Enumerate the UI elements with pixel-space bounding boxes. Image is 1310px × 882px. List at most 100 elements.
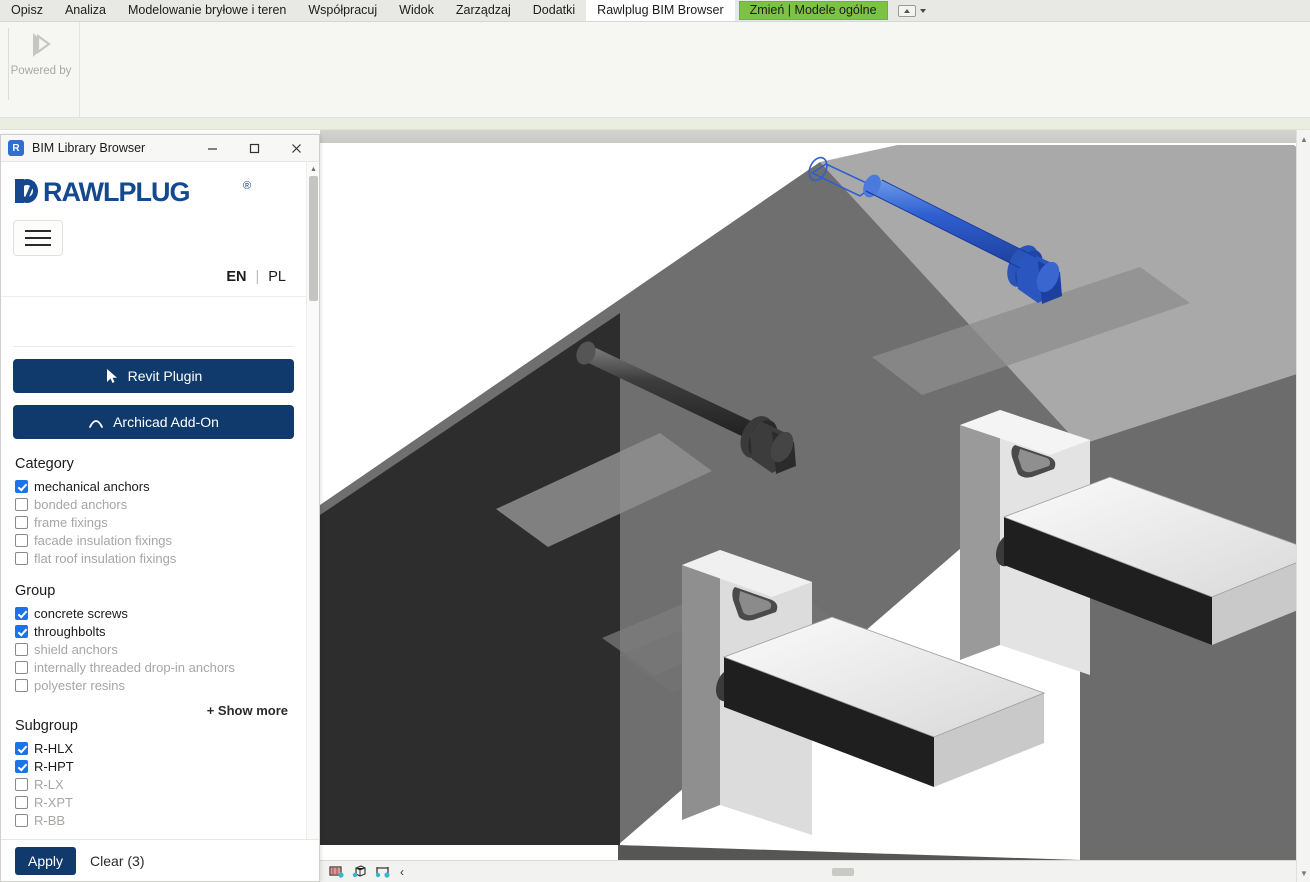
ribbon-display-box-icon [897,4,916,17]
application-window: Opisz Analiza Modelowanie bryłowe i tere… [0,0,1310,882]
3d-model-canvas[interactable] [320,145,1310,860]
filter-item[interactable]: internally threaded drop-in anchors [15,660,294,675]
ribbon-tab-analiza[interactable]: Analiza [54,0,117,21]
filter-item[interactable]: bonded anchors [15,497,294,512]
bim-window-body: ▲ RAWLPLUG ® EN | PL Revit Plugin Archic… [1,162,319,881]
rawlplug-logo: RAWLPLUG ® [13,176,294,208]
ribbon-contextual-tab-modify[interactable]: Zmień | Modele ogólne [738,1,888,20]
revit-plugin-label: Revit Plugin [127,368,203,384]
checkbox-icon[interactable] [15,516,28,529]
viewport-bottom-bar[interactable]: ‹ › [320,860,1310,882]
filter-item[interactable]: mechanical anchors [15,479,294,494]
filter-label: polyester resins [34,678,126,693]
brand-header: RAWLPLUG ® EN | PL [1,162,306,297]
view-control-bar[interactable]: ‹ [320,864,404,879]
archicad-addon-label: Archicad Add-On [113,414,219,430]
archicad-arc-icon [88,415,104,429]
close-icon[interactable] [275,135,317,162]
filter-item[interactable]: facade insulation fixings [15,533,294,548]
ribbon-tab-zarzadzaj[interactable]: Zarządzaj [445,0,522,21]
language-en[interactable]: EN [226,269,246,285]
filter-item[interactable]: R-LX [15,777,294,792]
filter-item[interactable]: R-XPT [15,795,294,810]
filter-label: facade insulation fixings [34,533,173,548]
ribbon-display-options[interactable] [888,0,936,21]
scroll-up-icon[interactable]: ▲ [1297,132,1310,146]
checkbox-icon[interactable] [15,625,28,638]
powered-by-button[interactable]: Powered by [11,30,71,88]
checkbox-icon[interactable] [15,760,28,773]
filter-section-category: Category mechanical anchors bonded ancho… [1,439,306,831]
filter-item[interactable]: R-HLX [15,741,294,756]
minimize-icon[interactable] [191,135,233,162]
archicad-addon-button[interactable]: Archicad Add-On [13,405,294,439]
window-vertical-scrollbar[interactable]: ▲ ▼ [1296,130,1310,882]
horizontal-scrollbar-thumb[interactable] [832,868,854,876]
filter-item[interactable]: frame fixings [15,515,294,530]
filter-label: R-BB [34,813,66,828]
checkbox-icon[interactable] [15,661,28,674]
bim-library-browser-window[interactable]: R BIM Library Browser ▲ RAWLPLUG ® EN | … [0,134,320,882]
hamburger-line [25,237,51,239]
clear-button[interactable]: Clear (3) [90,853,144,869]
ribbon-tab-rawlplug-bim-browser[interactable]: Rawlplug BIM Browser [586,0,735,21]
filter-label: shield anchors [34,642,118,657]
checkbox-icon[interactable] [15,607,28,620]
checkbox-icon[interactable] [15,814,28,827]
filter-item[interactable]: shield anchors [15,642,294,657]
checkbox-icon[interactable] [15,778,28,791]
ribbon-tab-wspolpracuj[interactable]: Współpracuj [297,0,388,21]
apply-button[interactable]: Apply [15,846,77,875]
filter-label: R-LX [34,777,64,792]
ribbon-panel-rawlplug: Powered by [0,22,80,118]
scroll-down-icon[interactable]: ▼ [1297,866,1310,880]
powered-by-label: Powered by [10,65,72,77]
maximize-icon[interactable] [233,135,275,162]
filter-item[interactable]: polyester resins [15,678,294,693]
scrollbar-thumb[interactable] [309,176,318,301]
ribbon-tab-bar: Opisz Analiza Modelowanie bryłowe i tere… [0,0,1310,22]
ribbon-tab-widok[interactable]: Widok [388,0,445,21]
checkbox-icon[interactable] [15,643,28,656]
filter-item[interactable]: R-HPT [15,759,294,774]
ribbon-tab-opisz[interactable]: Opisz [0,0,54,21]
filter-item[interactable]: throughbolts [15,624,294,639]
section-box-icon[interactable] [375,864,391,879]
3d-view-icon[interactable] [352,864,368,879]
chevron-down-icon [919,8,926,13]
bim-filter-footer: Apply Clear (3) [1,839,319,881]
plugin-buttons: Revit Plugin Archicad Add-On [1,347,306,439]
visual-style-icon[interactable] [329,864,345,879]
checkbox-icon[interactable] [15,796,28,809]
hamburger-line [25,230,51,232]
checkbox-icon[interactable] [15,679,28,692]
checkbox-icon[interactable] [15,552,28,565]
filter-item[interactable]: flat roof insulation fixings [15,551,294,566]
filter-label: R-HPT [34,759,74,774]
3d-viewport[interactable]: GÓRA PRZÓD PRAWO [320,130,1310,882]
checkbox-icon[interactable] [15,742,28,755]
filter-heading: Subgroup [15,718,78,734]
scroll-up-icon[interactable]: ▲ [307,163,319,175]
menu-button[interactable] [13,220,63,256]
filter-label: mechanical anchors [34,479,150,494]
chevron-left-icon[interactable]: ‹ [398,866,404,878]
revit-plugin-button[interactable]: Revit Plugin [13,359,294,393]
filter-item[interactable]: R-BB [15,813,294,828]
checkbox-icon[interactable] [15,480,28,493]
ribbon-tab-dodatki[interactable]: Dodatki [522,0,586,21]
svg-text:RAWLPLUG: RAWLPLUG [43,177,190,206]
bim-panel-content: RAWLPLUG ® EN | PL Revit Plugin Archicad… [1,162,306,881]
checkbox-icon[interactable] [15,534,28,547]
bim-panel-scrollbar[interactable]: ▲ [306,162,319,881]
ribbon-panel-strip: Powered by [0,22,1310,118]
show-more-link[interactable]: + Show more [15,696,294,718]
bim-window-titlebar[interactable]: R BIM Library Browser [1,135,319,162]
ribbon-tab-modelowanie[interactable]: Modelowanie bryłowe i teren [117,0,297,21]
checkbox-icon[interactable] [15,498,28,511]
filter-heading: Group [15,583,56,599]
language-pl[interactable]: PL [268,269,286,285]
filter-item[interactable]: concrete screws [15,606,294,621]
language-switcher[interactable]: EN | PL [13,256,294,296]
